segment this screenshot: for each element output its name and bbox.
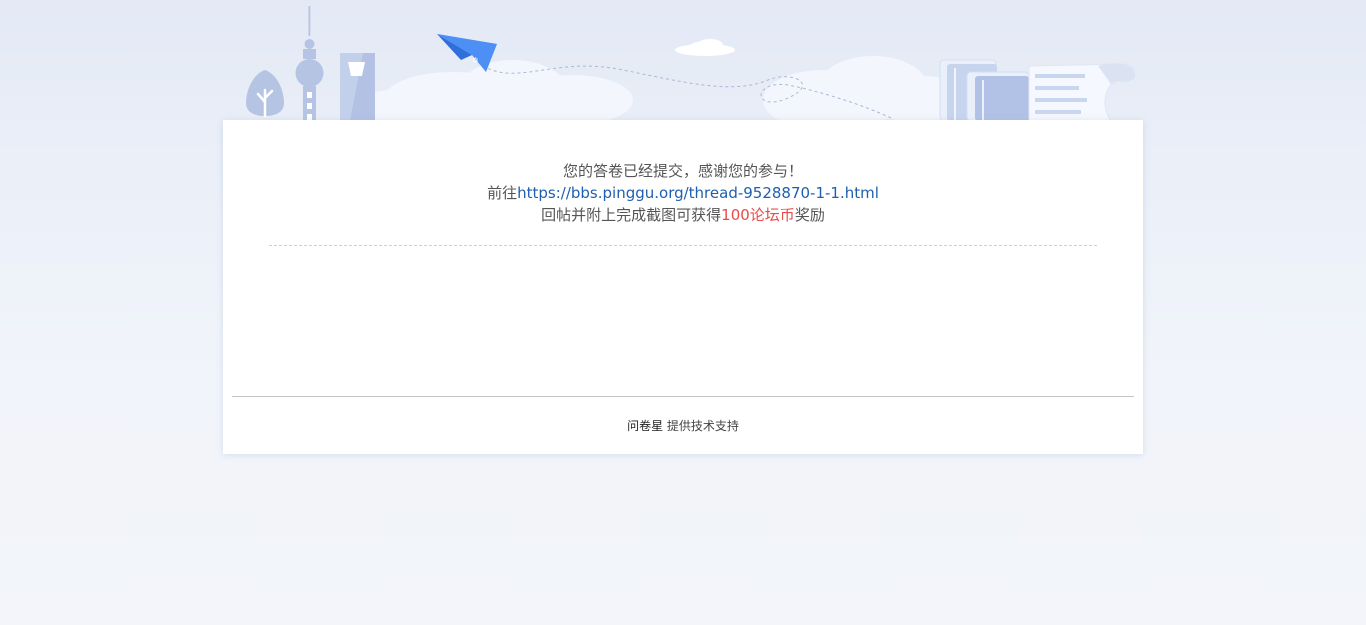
dashed-divider bbox=[269, 245, 1097, 246]
reward-amount: 100论坛币 bbox=[721, 206, 795, 224]
header-illustration: ✡ bbox=[246, 6, 1136, 121]
thanks-text: 您的答卷已经提交，感谢您的参与！ bbox=[562, 162, 803, 180]
tv-tower-icon bbox=[295, 6, 324, 121]
tree-icon bbox=[246, 70, 284, 118]
footer-divider bbox=[232, 396, 1134, 397]
link-prefix: 前往 bbox=[487, 184, 518, 202]
footer: 问卷星 提供技术支持 bbox=[223, 418, 1143, 434]
paper-plane-icon: ✡ bbox=[437, 34, 497, 72]
svg-text:✡: ✡ bbox=[472, 56, 479, 65]
reward-prefix: 回帖并附上完成截图可获得 bbox=[541, 206, 722, 224]
submission-message: 您的答卷已经提交，感谢您的参与！ 前往https://bbs.pinggu.or… bbox=[223, 160, 1143, 226]
small-cloud-icon bbox=[675, 39, 735, 56]
skyscraper-icon bbox=[340, 53, 375, 121]
brand-link[interactable]: 问卷星 bbox=[627, 419, 663, 433]
books-icon bbox=[939, 59, 1030, 121]
link-line: 前往https://bbs.pinggu.org/thread-9528870-… bbox=[223, 182, 1143, 204]
cloud-icon bbox=[353, 56, 973, 121]
support-text: 提供技术支持 bbox=[666, 419, 739, 433]
result-card: 您的答卷已经提交，感谢您的参与！ 前往https://bbs.pinggu.or… bbox=[223, 120, 1143, 454]
reward-line: 回帖并附上完成截图可获得100论坛币奖励 bbox=[223, 204, 1143, 226]
paper-scroll-icon bbox=[1028, 63, 1136, 121]
thread-link[interactable]: https://bbs.pinggu.org/thread-9528870-1-… bbox=[517, 184, 879, 202]
reward-suffix: 奖励 bbox=[794, 206, 825, 224]
